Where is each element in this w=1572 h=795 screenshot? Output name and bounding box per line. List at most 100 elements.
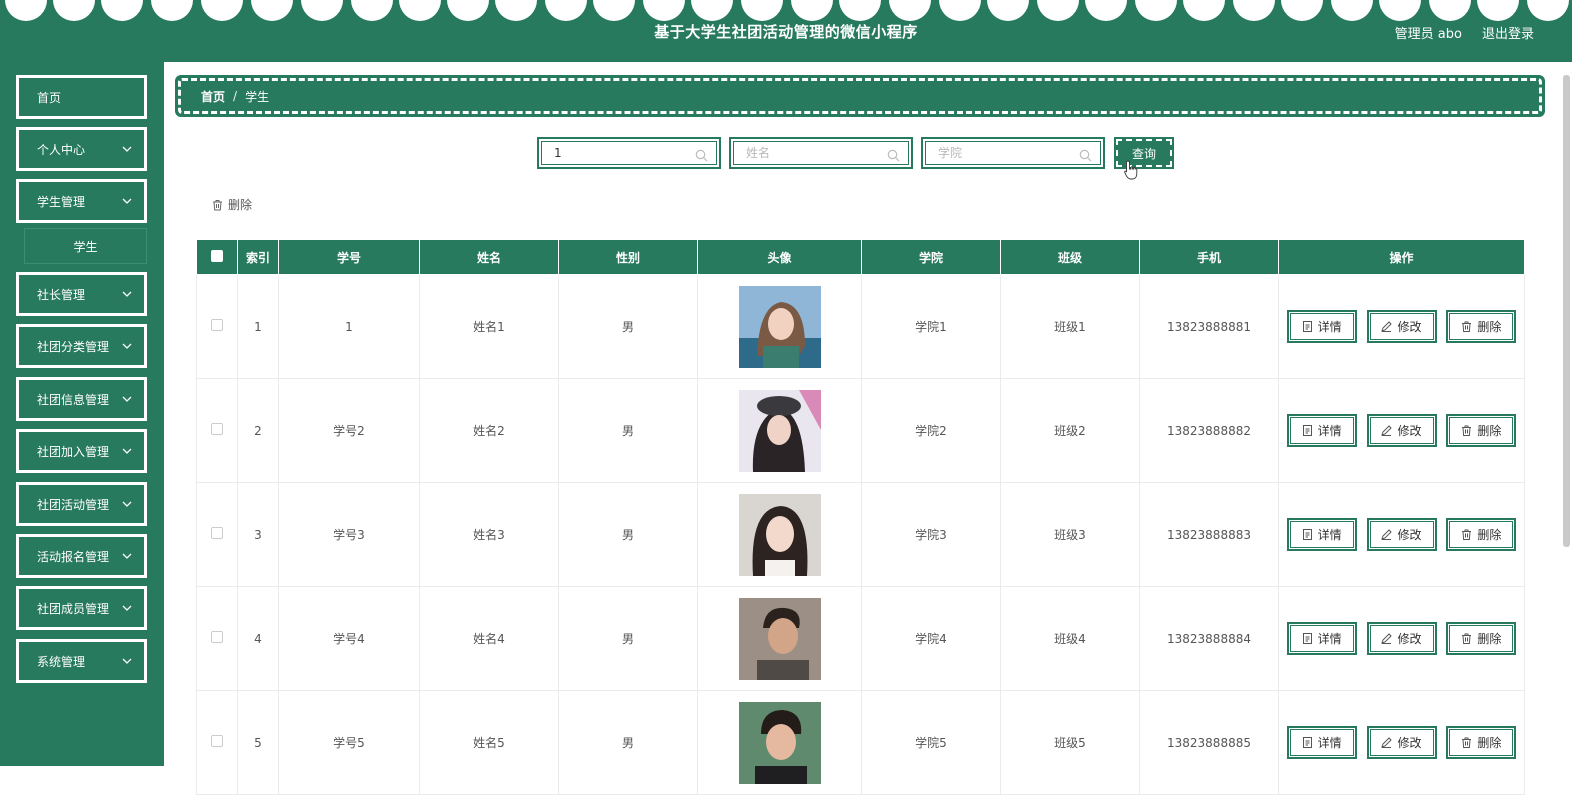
delete-button[interactable]: 删除 (1446, 310, 1517, 343)
sidebar-item-label: 系统管理 (37, 654, 86, 669)
table-row: 4 学号4 姓名4 男 学院4 班级4 13823888884 详情 修改 删除 (196, 586, 1525, 691)
cell-phone: 13823888881 (1139, 274, 1279, 379)
sidebar-item-label: 社团信息管理 (37, 392, 110, 407)
cell-index: 5 (237, 690, 279, 795)
sidebar-item-label: 学生管理 (37, 194, 86, 209)
avatar[interactable] (738, 285, 821, 368)
sidebar-item-club-info[interactable]: 社团信息管理 (16, 377, 147, 421)
cell-student-no: 学号3 (278, 482, 420, 587)
sidebar-item-activity-signup[interactable]: 活动报名管理 (16, 534, 147, 578)
chevron-down-icon (122, 343, 132, 349)
scallop-decoration (5, 0, 1569, 21)
breadcrumb: 首页 / 学生 (175, 75, 1545, 117)
edit-button[interactable]: 修改 (1366, 310, 1437, 343)
cell-gender: 男 (558, 586, 698, 691)
delete-button[interactable]: 删除 (1446, 726, 1517, 759)
avatar[interactable] (738, 597, 821, 680)
delete-button[interactable]: 删除 (1446, 622, 1517, 655)
query-button-label: 查询 (1131, 146, 1156, 161)
detail-button[interactable]: 详情 (1286, 414, 1357, 447)
cell-class: 班级3 (1000, 482, 1140, 587)
table-row: 2 学号2 姓名2 男 学院2 班级2 13823888882 详情 修改 删除 (196, 378, 1525, 483)
cell-name: 姓名5 (419, 690, 559, 795)
breadcrumb-current: 学生 (245, 89, 270, 104)
sidebar-item-president-management[interactable]: 社长管理 (16, 272, 147, 316)
breadcrumb-home[interactable]: 首页 (201, 88, 225, 105)
row-checkbox[interactable] (211, 631, 223, 643)
name-input[interactable] (746, 146, 886, 160)
breadcrumb-frame: 首页 / 学生 (178, 78, 1542, 114)
sidebar-item-system[interactable]: 系统管理 (16, 639, 147, 683)
pencil-icon (1381, 737, 1393, 748)
row-checkbox[interactable] (211, 735, 223, 747)
pencil-icon (1381, 321, 1393, 332)
sidebar: 首页 个人中心 学生管理 学生 社长管理 社团分类管理 社团信息管理 社团加入管… (0, 62, 164, 766)
edit-label: 修改 (1397, 320, 1422, 334)
row-checkbox[interactable] (211, 423, 223, 435)
search-icon (695, 149, 708, 162)
edit-button[interactable]: 修改 (1366, 414, 1437, 447)
row-checkbox[interactable] (211, 319, 223, 331)
detail-button[interactable]: 详情 (1286, 726, 1357, 759)
cell-class: 班级1 (1000, 274, 1140, 379)
detail-label: 详情 (1317, 528, 1342, 542)
delete-label: 删除 (1477, 632, 1502, 646)
document-icon (1302, 737, 1312, 748)
chevron-down-icon (122, 501, 132, 507)
trash-icon (1462, 633, 1472, 644)
header-gender: 性别 (558, 239, 698, 275)
cell-college: 学院3 (861, 482, 1001, 587)
row-checkbox[interactable] (211, 527, 223, 539)
cell-actions: 详情 修改 删除 (1278, 378, 1525, 483)
query-button[interactable]: 查询 (1114, 137, 1174, 169)
batch-delete-button[interactable]: 删除 (212, 196, 252, 213)
table-header-row: 索引 学号 姓名 性别 头像 学院 班级 手机 操作 (196, 239, 1525, 275)
pencil-icon (1381, 425, 1393, 436)
sidebar-item-label: 社长管理 (37, 287, 86, 302)
avatar[interactable] (738, 389, 821, 472)
sidebar-item-club-category[interactable]: 社团分类管理 (16, 324, 147, 368)
cell-avatar (697, 274, 862, 379)
cell-phone: 13823888885 (1139, 690, 1279, 795)
cell-actions: 详情 修改 删除 (1278, 586, 1525, 691)
search-box-frame (541, 141, 717, 165)
detail-button[interactable]: 详情 (1286, 518, 1357, 551)
chevron-down-icon (122, 198, 132, 204)
sidebar-item-home[interactable]: 首页 (16, 75, 147, 119)
detail-button[interactable]: 详情 (1286, 310, 1357, 343)
detail-button[interactable]: 详情 (1286, 622, 1357, 655)
trash-icon (213, 199, 222, 210)
select-all-checkbox[interactable] (211, 249, 223, 262)
college-input[interactable] (938, 146, 1078, 160)
avatar[interactable] (738, 493, 821, 576)
cell-avatar (697, 482, 862, 587)
student-no-input[interactable] (554, 146, 694, 160)
vertical-scrollbar[interactable] (1563, 75, 1570, 547)
detail-label: 详情 (1317, 736, 1342, 750)
edit-button[interactable]: 修改 (1366, 518, 1437, 551)
search-icon (887, 149, 900, 162)
edit-button[interactable]: 修改 (1366, 622, 1437, 655)
sidebar-item-club-members[interactable]: 社团成员管理 (16, 586, 147, 630)
hand-cursor-icon (1124, 160, 1138, 180)
delete-button[interactable]: 删除 (1446, 518, 1517, 551)
current-user[interactable]: 管理员 abo (1395, 23, 1462, 42)
sidebar-item-club-join[interactable]: 社团加入管理 (16, 429, 147, 473)
detail-label: 详情 (1317, 320, 1342, 334)
chevron-down-icon (122, 553, 132, 559)
logout-link[interactable]: 退出登录 (1482, 23, 1534, 42)
cell-student-no: 学号4 (278, 586, 420, 691)
edit-button[interactable]: 修改 (1366, 726, 1437, 759)
delete-button[interactable]: 删除 (1446, 414, 1517, 447)
sidebar-item-personal-center[interactable]: 个人中心 (16, 127, 147, 171)
cell-student-no: 学号5 (278, 690, 420, 795)
sidebar-subitem-student[interactable]: 学生 (24, 228, 147, 264)
header-index: 索引 (237, 239, 279, 275)
cell-college: 学院4 (861, 586, 1001, 691)
avatar[interactable] (738, 701, 821, 784)
cell-college: 学院5 (861, 690, 1001, 795)
document-icon (1302, 633, 1312, 644)
cell-avatar (697, 586, 862, 691)
sidebar-item-club-activity[interactable]: 社团活动管理 (16, 482, 147, 526)
sidebar-item-student-management[interactable]: 学生管理 (16, 179, 147, 223)
